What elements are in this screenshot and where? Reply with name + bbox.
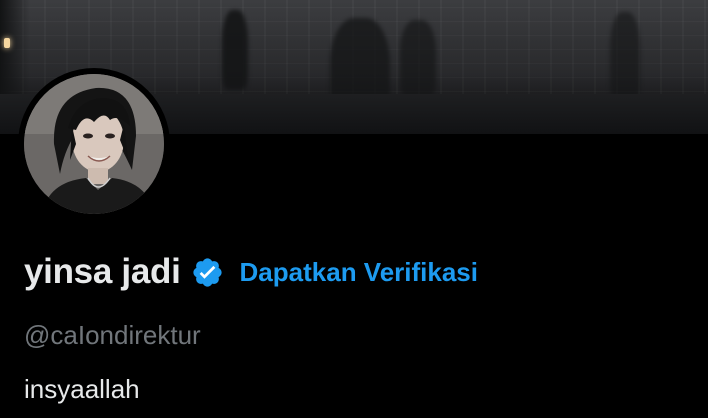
banner-figure bbox=[400, 20, 436, 98]
display-name: yinsa jadi bbox=[24, 252, 181, 291]
verified-badge-icon[interactable] bbox=[191, 256, 224, 289]
profile-name-row: yinsa jadi Dapatkan Verifikasi bbox=[24, 250, 478, 294]
avatar-portrait-graphic bbox=[24, 74, 164, 214]
avatar-photo bbox=[24, 74, 164, 214]
avatar[interactable] bbox=[18, 68, 170, 220]
banner-figure bbox=[610, 12, 640, 102]
profile-bio: insyaallah bbox=[24, 374, 140, 404]
banner-figure bbox=[222, 10, 248, 90]
profile-page: yinsa jadi Dapatkan Verifikasi @caIondir… bbox=[0, 0, 708, 418]
banner-light bbox=[4, 38, 10, 48]
profile-handle: @caIondirektur bbox=[24, 320, 201, 350]
get-verified-link[interactable]: Dapatkan Verifikasi bbox=[240, 257, 478, 288]
